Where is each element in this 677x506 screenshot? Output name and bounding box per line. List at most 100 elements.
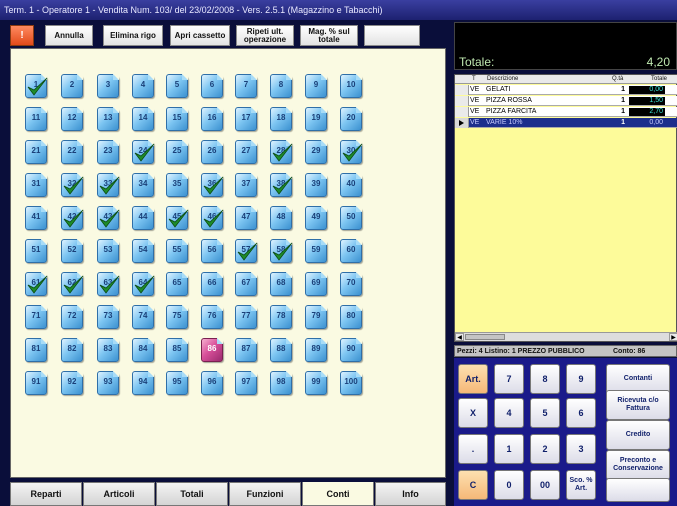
- account-tile[interactable]: 26: [201, 140, 223, 164]
- mag-totale-button[interactable]: Mag. % sul totale: [300, 25, 358, 46]
- account-tile[interactable]: 47: [235, 206, 257, 230]
- account-tile[interactable]: 41: [25, 206, 47, 230]
- account-tile[interactable]: 95: [166, 371, 188, 395]
- art-key[interactable]: Art.: [458, 364, 488, 394]
- empty-action-button[interactable]: [606, 478, 670, 502]
- account-tile[interactable]: 66: [201, 272, 223, 296]
- account-tile[interactable]: 52: [61, 239, 83, 263]
- account-tile[interactable]: 98: [270, 371, 292, 395]
- multiply-key[interactable]: X: [458, 398, 488, 428]
- account-tile[interactable]: 45: [166, 206, 189, 230]
- account-tile[interactable]: 11: [25, 107, 47, 131]
- account-tile[interactable]: 16: [201, 107, 223, 131]
- receipt-row-selected[interactable]: VE VARIE 10% 1 0,00: [455, 118, 677, 128]
- account-tile[interactable]: 23: [97, 140, 119, 164]
- tab-conti[interactable]: Conti: [302, 482, 374, 506]
- receipt-row[interactable]: VE GELATI 1 0,00: [455, 85, 677, 95]
- account-tile[interactable]: 62: [61, 272, 84, 296]
- tab-reparti[interactable]: Reparti: [10, 482, 82, 506]
- account-tile[interactable]: 21: [25, 140, 47, 164]
- account-tile[interactable]: 14: [132, 107, 154, 131]
- account-tile[interactable]: 15: [166, 107, 188, 131]
- account-tile[interactable]: 87: [235, 338, 257, 362]
- account-tile[interactable]: 48: [270, 206, 292, 230]
- account-tile[interactable]: 91: [25, 371, 47, 395]
- account-tile[interactable]: 64: [132, 272, 155, 296]
- account-tile[interactable]: 56: [201, 239, 223, 263]
- account-tile[interactable]: 77: [235, 305, 257, 329]
- account-tile[interactable]: 3: [97, 74, 119, 98]
- account-tile[interactable]: 4: [132, 74, 154, 98]
- account-tile[interactable]: 89: [305, 338, 327, 362]
- account-tile[interactable]: 78: [270, 305, 292, 329]
- key-4[interactable]: 4: [494, 398, 524, 428]
- elimina-rigo-button[interactable]: Elimina rigo: [103, 25, 163, 46]
- account-tile[interactable]: 83: [97, 338, 119, 362]
- account-tile[interactable]: 76: [201, 305, 223, 329]
- account-tile[interactable]: 69: [305, 272, 327, 296]
- account-tile[interactable]: 90: [340, 338, 362, 362]
- empty-button[interactable]: [364, 25, 420, 46]
- account-tile[interactable]: 67: [235, 272, 257, 296]
- account-tile[interactable]: 51: [25, 239, 47, 263]
- key-5[interactable]: 5: [530, 398, 560, 428]
- scroll-right-icon[interactable]: ▶: [669, 333, 677, 341]
- account-tile[interactable]: 73: [97, 305, 119, 329]
- account-tile[interactable]: 2: [61, 74, 83, 98]
- account-tile[interactable]: 65: [166, 272, 188, 296]
- account-tile[interactable]: 13: [97, 107, 119, 131]
- account-tile[interactable]: 50: [340, 206, 362, 230]
- account-tile[interactable]: 96: [201, 371, 223, 395]
- key-1[interactable]: 1: [494, 434, 524, 464]
- account-tile[interactable]: 81: [25, 338, 47, 362]
- account-tile[interactable]: 93: [97, 371, 119, 395]
- key-00[interactable]: 00: [530, 470, 560, 500]
- account-tile[interactable]: 39: [305, 173, 327, 197]
- ripeti-operazione-button[interactable]: Ripeti ult. operazione: [236, 25, 294, 46]
- key-9[interactable]: 9: [566, 364, 596, 394]
- scroll-thumb[interactable]: [465, 334, 505, 340]
- account-tile[interactable]: 61: [25, 272, 48, 296]
- account-tile[interactable]: 54: [132, 239, 154, 263]
- account-tile[interactable]: 1: [25, 74, 48, 98]
- account-tile[interactable]: 82: [61, 338, 83, 362]
- key-3[interactable]: 3: [566, 434, 596, 464]
- tab-info[interactable]: Info: [375, 482, 446, 506]
- account-tile[interactable]: 35: [166, 173, 188, 197]
- horizontal-scrollbar[interactable]: ◀ ▶: [455, 332, 677, 341]
- account-tile[interactable]: 27: [235, 140, 257, 164]
- account-tile[interactable]: 43: [97, 206, 120, 230]
- account-tile[interactable]: 24: [132, 140, 155, 164]
- account-tile[interactable]: 12: [61, 107, 83, 131]
- tab-funzioni[interactable]: Funzioni: [229, 482, 301, 506]
- account-tile[interactable]: 60: [340, 239, 362, 263]
- account-tile[interactable]: 7: [235, 74, 257, 98]
- account-tile[interactable]: 29: [305, 140, 327, 164]
- tab-articoli[interactable]: Articoli: [83, 482, 155, 506]
- account-tile[interactable]: 74: [132, 305, 154, 329]
- receipt-row[interactable]: VE PIZZA ROSSA 1 1,50: [455, 96, 677, 106]
- account-tile[interactable]: 18: [270, 107, 292, 131]
- account-tile[interactable]: 33: [97, 173, 120, 197]
- account-tile[interactable]: 25: [166, 140, 188, 164]
- account-tile[interactable]: 72: [61, 305, 83, 329]
- account-tile[interactable]: 8: [270, 74, 292, 98]
- account-tile[interactable]: 80: [340, 305, 362, 329]
- account-tile[interactable]: 75: [166, 305, 188, 329]
- account-tile[interactable]: 94: [132, 371, 154, 395]
- clear-key[interactable]: C: [458, 470, 488, 500]
- account-tile[interactable]: 79: [305, 305, 327, 329]
- account-tile[interactable]: 84: [132, 338, 154, 362]
- account-tile[interactable]: 5: [166, 74, 188, 98]
- account-tile[interactable]: 40: [340, 173, 362, 197]
- account-tile[interactable]: 44: [132, 206, 154, 230]
- account-tile[interactable]: 37: [235, 173, 257, 197]
- account-tile[interactable]: 70: [340, 272, 362, 296]
- account-tile[interactable]: 59: [305, 239, 327, 263]
- account-tile[interactable]: 71: [25, 305, 47, 329]
- key-2[interactable]: 2: [530, 434, 560, 464]
- account-tile[interactable]: 85: [166, 338, 188, 362]
- annulla-button[interactable]: Annulla: [45, 25, 93, 46]
- account-tile[interactable]: 88: [270, 338, 292, 362]
- key-8[interactable]: 8: [530, 364, 560, 394]
